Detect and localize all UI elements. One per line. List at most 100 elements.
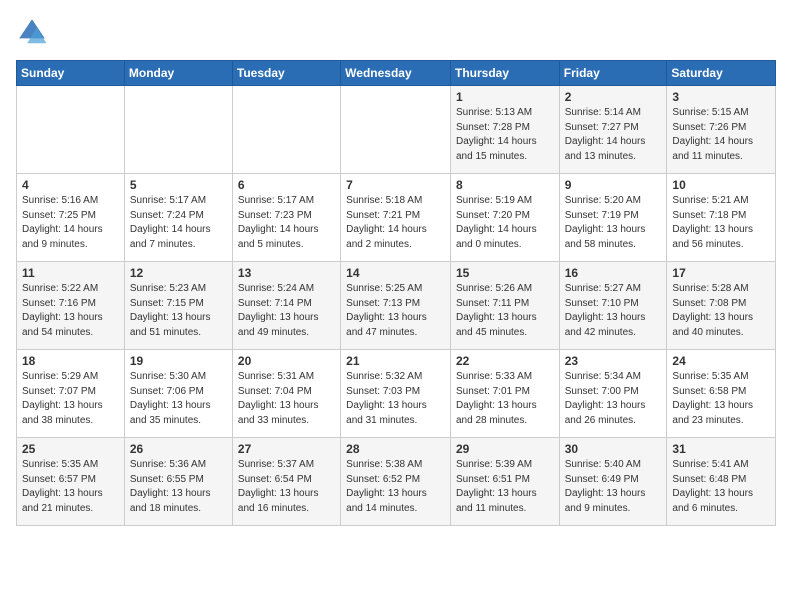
calendar-cell: 21Sunrise: 5:32 AMSunset: 7:03 PMDayligh… xyxy=(341,350,451,438)
page-header xyxy=(16,16,776,48)
day-info: Sunrise: 5:38 AMSunset: 6:52 PMDaylight:… xyxy=(346,458,445,516)
day-info: Sunrise: 5:15 AMSunset: 7:26 PMDaylight:… xyxy=(672,106,770,164)
day-info: Sunrise: 5:21 AMSunset: 7:18 PMDaylight:… xyxy=(672,194,770,252)
day-number: 7 xyxy=(346,178,445,192)
calendar-cell: 23 Sunrise: 5:34 AMSunset: 7:00 PMDayligh… xyxy=(559,350,667,438)
day-info: Sunrise: 5:30 AMSunset: 7:06 PMDaylight:… xyxy=(130,370,227,428)
calendar-cell: 14 Sunrise: 5:25 AMSunset: 7:13 PMDayligh… xyxy=(341,262,451,350)
day-number: 2 xyxy=(565,90,662,104)
calendar-cell: 2Sunrise: 5:14 AMSunset: 7:27 PMDaylight… xyxy=(559,86,667,174)
calendar-cell: 1Sunrise: 5:13 AMSunset: 7:28 PMDaylight… xyxy=(450,86,559,174)
day-number: 26 xyxy=(130,442,227,456)
day-number: 30 xyxy=(565,442,662,456)
day-info: Sunrise: 5:25 AMSunset: 7:13 PMDaylight:… xyxy=(346,282,445,340)
day-info: Sunrise: 5:40 AMSunset: 6:49 PMDaylight:… xyxy=(565,458,662,516)
day-info: Sunrise: 5:37 AMSunset: 6:54 PMDaylight:… xyxy=(238,458,335,516)
calendar-cell: 7 Sunrise: 5:18 AMSunset: 7:21 PMDaylight… xyxy=(341,174,451,262)
calendar-cell xyxy=(124,86,232,174)
logo-icon xyxy=(16,16,48,48)
calendar-cell: 15 Sunrise: 5:26 AMSunset: 7:11 PMDayligh… xyxy=(450,262,559,350)
weekday-header-sunday: Sunday xyxy=(17,61,125,86)
calendar-cell: 22Sunrise: 5:33 AMSunset: 7:01 PMDayligh… xyxy=(450,350,559,438)
day-number: 3 xyxy=(672,90,770,104)
day-number: 15 xyxy=(456,266,554,280)
calendar-week-row: 1Sunrise: 5:13 AMSunset: 7:28 PMDaylight… xyxy=(17,86,776,174)
day-number: 18 xyxy=(22,354,119,368)
day-info: Sunrise: 5:28 AMSunset: 7:08 PMDaylight:… xyxy=(672,282,770,340)
weekday-header-monday: Monday xyxy=(124,61,232,86)
day-info: Sunrise: 5:24 AMSunset: 7:14 PMDaylight:… xyxy=(238,282,335,340)
calendar-cell: 29 Sunrise: 5:39 AMSunset: 6:51 PMDayligh… xyxy=(450,438,559,526)
day-number: 17 xyxy=(672,266,770,280)
weekday-header-friday: Friday xyxy=(559,61,667,86)
calendar-cell: 5 Sunrise: 5:17 AMSunset: 7:24 PMDaylight… xyxy=(124,174,232,262)
day-number: 11 xyxy=(22,266,119,280)
day-info: Sunrise: 5:19 AMSunset: 7:20 PMDaylight:… xyxy=(456,194,554,252)
day-number: 28 xyxy=(346,442,445,456)
calendar-cell: 8 Sunrise: 5:19 AMSunset: 7:20 PMDaylight… xyxy=(450,174,559,262)
calendar-cell: 4 Sunrise: 5:16 AMSunset: 7:25 PMDaylight… xyxy=(17,174,125,262)
weekday-header-tuesday: Tuesday xyxy=(232,61,340,86)
calendar-cell: 31 Sunrise: 5:41 AMSunset: 6:48 PMDayligh… xyxy=(667,438,776,526)
day-info: Sunrise: 5:23 AMSunset: 7:15 PMDaylight:… xyxy=(130,282,227,340)
calendar-cell: 24 Sunrise: 5:35 AMSunset: 6:58 PMDayligh… xyxy=(667,350,776,438)
day-number: 8 xyxy=(456,178,554,192)
day-info: Sunrise: 5:22 AMSunset: 7:16 PMDaylight:… xyxy=(22,282,119,340)
day-info: Sunrise: 5:35 AMSunset: 6:57 PMDaylight:… xyxy=(22,458,119,516)
day-info: Sunrise: 5:17 AMSunset: 7:24 PMDaylight:… xyxy=(130,194,227,252)
day-number: 22 xyxy=(456,354,554,368)
day-number: 10 xyxy=(672,178,770,192)
day-number: 27 xyxy=(238,442,335,456)
calendar-cell xyxy=(232,86,340,174)
day-number: 20 xyxy=(238,354,335,368)
day-number: 25 xyxy=(22,442,119,456)
day-number: 13 xyxy=(238,266,335,280)
weekday-header-wednesday: Wednesday xyxy=(341,61,451,86)
day-number: 31 xyxy=(672,442,770,456)
weekday-header-saturday: Saturday xyxy=(667,61,776,86)
day-number: 24 xyxy=(672,354,770,368)
day-number: 14 xyxy=(346,266,445,280)
day-number: 21 xyxy=(346,354,445,368)
calendar-cell: 9Sunrise: 5:20 AMSunset: 7:19 PMDaylight… xyxy=(559,174,667,262)
calendar-cell xyxy=(17,86,125,174)
calendar-cell: 25 Sunrise: 5:35 AMSunset: 6:57 PMDayligh… xyxy=(17,438,125,526)
calendar-cell: 17 Sunrise: 5:28 AMSunset: 7:08 PMDayligh… xyxy=(667,262,776,350)
day-info: Sunrise: 5:31 AMSunset: 7:04 PMDaylight:… xyxy=(238,370,335,428)
day-info: Sunrise: 5:20 AMSunset: 7:19 PMDaylight:… xyxy=(565,194,662,252)
day-number: 1 xyxy=(456,90,554,104)
day-info: Sunrise: 5:39 AMSunset: 6:51 PMDaylight:… xyxy=(456,458,554,516)
weekday-header-row: SundayMondayTuesdayWednesdayThursdayFrid… xyxy=(17,61,776,86)
day-number: 5 xyxy=(130,178,227,192)
calendar-body: 1Sunrise: 5:13 AMSunset: 7:28 PMDaylight… xyxy=(17,86,776,526)
calendar-cell: 18Sunrise: 5:29 AMSunset: 7:07 PMDayligh… xyxy=(17,350,125,438)
calendar-week-row: 11 Sunrise: 5:22 AMSunset: 7:16 PMDayligh… xyxy=(17,262,776,350)
day-number: 29 xyxy=(456,442,554,456)
day-info: Sunrise: 5:26 AMSunset: 7:11 PMDaylight:… xyxy=(456,282,554,340)
calendar-cell: 10 Sunrise: 5:21 AMSunset: 7:18 PMDayligh… xyxy=(667,174,776,262)
day-info: Sunrise: 5:34 AMSunset: 7:00 PMDaylight:… xyxy=(565,370,662,428)
calendar-cell: 13 Sunrise: 5:24 AMSunset: 7:14 PMDayligh… xyxy=(232,262,340,350)
day-info: Sunrise: 5:27 AMSunset: 7:10 PMDaylight:… xyxy=(565,282,662,340)
calendar-cell: 16Sunrise: 5:27 AMSunset: 7:10 PMDayligh… xyxy=(559,262,667,350)
day-number: 4 xyxy=(22,178,119,192)
calendar-cell xyxy=(341,86,451,174)
day-number: 23 xyxy=(565,354,662,368)
calendar-week-row: 18Sunrise: 5:29 AMSunset: 7:07 PMDayligh… xyxy=(17,350,776,438)
calendar-week-row: 25 Sunrise: 5:35 AMSunset: 6:57 PMDayligh… xyxy=(17,438,776,526)
day-info: Sunrise: 5:35 AMSunset: 6:58 PMDaylight:… xyxy=(672,370,770,428)
day-info: Sunrise: 5:16 AMSunset: 7:25 PMDaylight:… xyxy=(22,194,119,252)
calendar-cell: 28 Sunrise: 5:38 AMSunset: 6:52 PMDayligh… xyxy=(341,438,451,526)
day-number: 19 xyxy=(130,354,227,368)
calendar-cell: 27 Sunrise: 5:37 AMSunset: 6:54 PMDayligh… xyxy=(232,438,340,526)
calendar-table: SundayMondayTuesdayWednesdayThursdayFrid… xyxy=(16,60,776,526)
weekday-header-thursday: Thursday xyxy=(450,61,559,86)
calendar-cell: 12Sunrise: 5:23 AMSunset: 7:15 PMDayligh… xyxy=(124,262,232,350)
calendar-cell: 30 Sunrise: 5:40 AMSunset: 6:49 PMDayligh… xyxy=(559,438,667,526)
calendar-cell: 20 Sunrise: 5:31 AMSunset: 7:04 PMDayligh… xyxy=(232,350,340,438)
day-number: 6 xyxy=(238,178,335,192)
day-info: Sunrise: 5:18 AMSunset: 7:21 PMDaylight:… xyxy=(346,194,445,252)
day-info: Sunrise: 5:41 AMSunset: 6:48 PMDaylight:… xyxy=(672,458,770,516)
day-info: Sunrise: 5:36 AMSunset: 6:55 PMDaylight:… xyxy=(130,458,227,516)
calendar-cell: 26 Sunrise: 5:36 AMSunset: 6:55 PMDayligh… xyxy=(124,438,232,526)
